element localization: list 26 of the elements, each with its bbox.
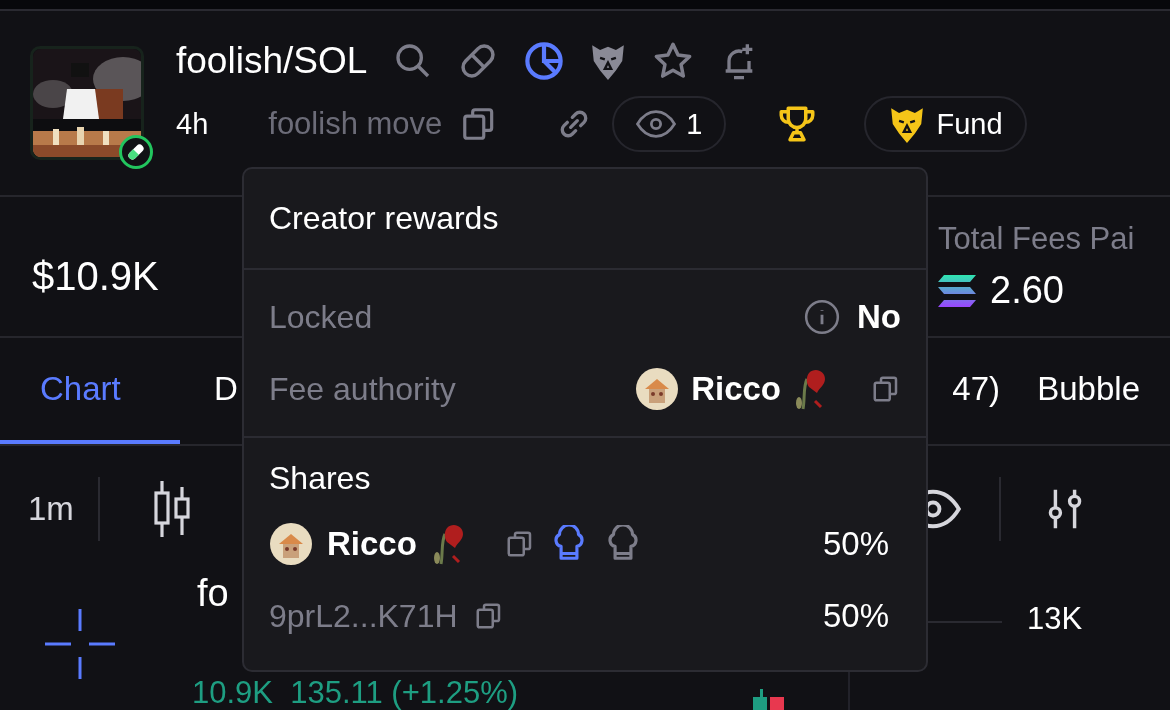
user-name[interactable]: Ricco xyxy=(691,370,781,408)
wallet-address[interactable]: 9prL2...K71H xyxy=(269,597,458,635)
chart-title: fo xyxy=(197,572,229,615)
fees-label: Total Fees Pai xyxy=(938,221,1136,257)
row-label: Fee authority xyxy=(269,370,456,408)
tab[interactable]: Chart xyxy=(0,338,180,444)
share-percent: 50% xyxy=(822,525,889,563)
ohlc-values: 10.9K 135.11 (+1.25%) xyxy=(192,675,518,710)
share-percent: 50% xyxy=(822,597,889,635)
token-pair: foolish/SOL xyxy=(176,40,368,82)
tab[interactable]: 47) xyxy=(920,338,1000,444)
locked-value: No xyxy=(857,298,901,336)
popover-title: Creator rewards xyxy=(244,169,926,270)
watchers-pill[interactable]: 1 xyxy=(612,96,727,152)
fund-pill[interactable]: Fund xyxy=(864,96,1027,152)
row-label: Locked xyxy=(269,298,373,336)
user-name[interactable]: Ricco xyxy=(327,525,417,563)
token-name: foolish move xyxy=(268,106,443,142)
market-cap: $10.9K xyxy=(32,254,159,299)
section-title: Shares xyxy=(269,460,372,497)
axis-label: 13K xyxy=(1027,601,1083,637)
tab[interactable]: D xyxy=(214,338,244,444)
interval-button[interactable]: 1m xyxy=(0,489,98,528)
token-age: 4h xyxy=(176,107,209,141)
tab[interactable]: Bubble xyxy=(1000,338,1140,444)
fees-value: 2.60 xyxy=(990,269,1064,312)
